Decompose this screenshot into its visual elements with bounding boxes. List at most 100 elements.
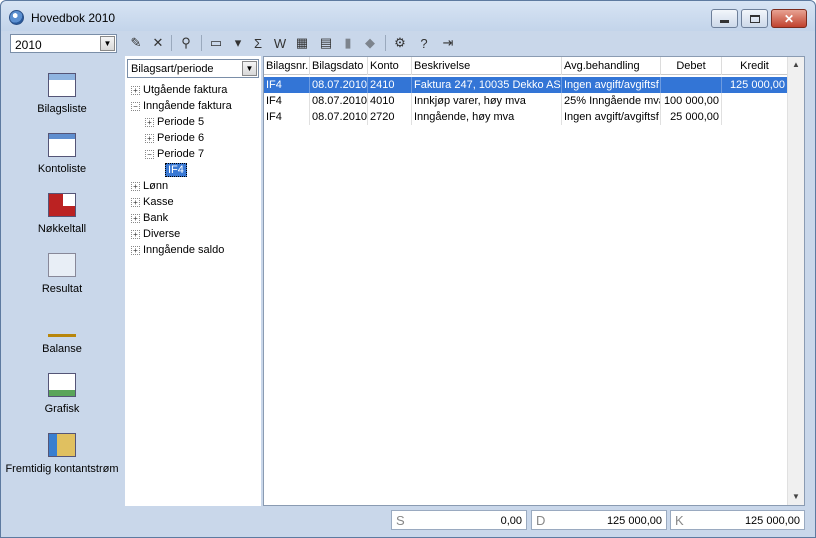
result-icon <box>48 253 76 277</box>
expand-icon[interactable]: + <box>145 117 154 127</box>
tree-node-label: Bank <box>143 212 169 224</box>
graph-icon <box>48 373 76 397</box>
tree-node[interactable]: + Periode 6 <box>145 130 204 146</box>
sidebar-item-nøkkeltall[interactable]: Nøkkeltall <box>5 193 119 236</box>
settings-icon[interactable]: ⚙ <box>391 34 409 52</box>
scroll-down-icon[interactable]: ▼ <box>788 489 804 505</box>
chevron-down-icon[interactable]: ▼ <box>242 61 257 76</box>
collapse-icon[interactable]: − <box>145 149 154 159</box>
table-cell: 08.07.2010 <box>312 93 368 109</box>
table-cell: 08.07.2010 <box>312 109 368 125</box>
expand-icon[interactable]: + <box>131 229 140 239</box>
table-cell: 25% Inngående mva <box>564 93 661 109</box>
table-cell: 2410 <box>368 77 412 93</box>
tree-node[interactable]: − Inngående faktura <box>131 98 232 114</box>
table-row[interactable]: IF4 08.07.2010 2720 Inngående, høy mva Ingen… <box>264 109 788 125</box>
sidebar-item-label: Nøkkeltall <box>37 223 87 235</box>
collapse-icon[interactable]: − <box>131 101 140 111</box>
window-title: Hovedbok 2010 <box>31 11 116 25</box>
tree-node[interactable]: + Diverse <box>131 226 180 242</box>
tree-node[interactable]: IF4 <box>165 162 187 178</box>
delete-icon[interactable]: ✕ <box>149 34 167 52</box>
year-select[interactable]: 2010 ▼ <box>10 34 117 53</box>
scroll-up-icon[interactable]: ▲ <box>788 57 804 73</box>
column-header[interactable]: Bilagsnr. <box>264 57 310 75</box>
card-icon[interactable]: ▤ <box>317 34 335 52</box>
year-select-value: 2010 <box>15 38 42 52</box>
table-row[interactable]: IF4 08.07.2010 2410 Faktura 247, 10035 Dekk… <box>264 77 788 93</box>
table-cell: IF4 <box>264 93 310 109</box>
expand-icon[interactable]: + <box>145 133 154 143</box>
total-s-label: S <box>396 513 405 528</box>
tree-grouping-select[interactable]: Bilagsart/periode ▼ <box>127 59 259 78</box>
sidebar-item-bilagsliste[interactable]: Bilagsliste <box>5 73 119 116</box>
sum-icon[interactable]: Σ <box>249 34 267 52</box>
expand-icon[interactable]: + <box>131 181 140 191</box>
column-header[interactable]: Konto <box>368 57 412 75</box>
column-header[interactable]: Bilagsdato <box>310 57 368 75</box>
expand-icon[interactable]: + <box>131 213 140 223</box>
sidebar-item-grafisk[interactable]: Grafisk <box>5 373 119 416</box>
sidebar-item-label: Grafisk <box>44 403 80 415</box>
table-cell: IF4 <box>264 109 310 125</box>
help-icon[interactable]: ? <box>415 34 433 52</box>
total-k-value: 125 000,00 <box>744 515 800 527</box>
sidebar-item-resultat[interactable]: Resultat <box>5 253 119 296</box>
tree-node-label: Inngående saldo <box>143 244 225 256</box>
grid-header: Bilagsnr. Bilagsdato Konto Beskrivelse Avg.b… <box>264 57 788 75</box>
total-s-field: S 0,00 <box>391 510 527 530</box>
table-cell: 2720 <box>368 109 412 125</box>
tree-node-label: IF4 <box>165 163 187 177</box>
vertical-scrollbar[interactable]: ▲ ▼ <box>787 57 804 505</box>
expand-icon[interactable]: + <box>131 197 140 207</box>
total-d-label: D <box>536 513 546 528</box>
table-row[interactable]: IF4 08.07.2010 4010 Innkjøp varer, høy mva 2… <box>264 93 788 109</box>
tree-node-label: Utgående faktura <box>143 84 228 96</box>
tree-node[interactable]: − Periode 7 <box>145 146 204 162</box>
content-area: Bilagsart/periode ▼ + Utgående faktura − In… <box>123 56 807 532</box>
table-cell: 4010 <box>368 93 412 109</box>
tree-node[interactable]: + Lønn <box>131 178 168 194</box>
word-export-icon[interactable]: W <box>271 34 289 52</box>
tree-node[interactable]: + Utgående faktura <box>131 82 227 98</box>
excel-export-icon[interactable]: ▦ <box>293 34 311 52</box>
total-k-label: K <box>675 513 684 528</box>
minimize-button[interactable] <box>711 9 738 28</box>
tree-panel: Bilagsart/periode ▼ + Utgående faktura − In… <box>125 56 261 506</box>
close-button[interactable]: ✕ <box>771 9 807 28</box>
chat-icon[interactable]: ◆ <box>361 34 379 52</box>
app-icon <box>9 10 24 25</box>
main-window: Hovedbok 2010 ✕ 2010 ▼ ✎ ✕ ⚲ ▭ ▾ Σ W ▦ ▤ ▮ ◆ ⚙? ⇥ Bi… <box>0 0 816 538</box>
page-icon[interactable]: ▮ <box>339 34 357 52</box>
sidebar-item-kontoliste[interactable]: Kontoliste <box>5 133 119 176</box>
maximize-button[interactable] <box>741 9 768 28</box>
tree-node-label: Periode 5 <box>157 116 205 128</box>
tree-node[interactable]: + Periode 5 <box>145 114 204 130</box>
expand-icon[interactable]: + <box>131 245 140 255</box>
table-cell <box>722 109 788 125</box>
column-header[interactable]: Debet <box>661 57 722 75</box>
sidebar-item-label: Kontoliste <box>37 163 87 175</box>
expand-icon[interactable]: + <box>131 85 140 95</box>
column-header[interactable]: Avg.behandling <box>562 57 661 75</box>
sidebar-item-balanse[interactable]: Balanse <box>5 313 119 356</box>
chevron-down-icon[interactable]: ▼ <box>100 36 115 51</box>
exit-icon[interactable]: ⇥ <box>439 34 457 52</box>
tree-node[interactable]: + Inngående saldo <box>131 242 224 258</box>
search-icon[interactable]: ⚲ <box>177 34 195 52</box>
cashflow-icon <box>48 433 76 457</box>
document-icon[interactable]: ▭ <box>207 34 225 52</box>
tree-node[interactable]: + Bank <box>131 210 168 226</box>
total-d-field: D 125 000,00 <box>531 510 667 530</box>
total-d-value: 125 000,00 <box>606 515 662 527</box>
column-header[interactable]: Beskrivelse <box>412 57 562 75</box>
edit-icon[interactable]: ✎ <box>127 34 145 52</box>
voucher-grid: Bilagsnr. Bilagsdato Konto Beskrivelse Avg.b… <box>263 56 805 506</box>
column-header[interactable]: Kredit <box>722 57 788 75</box>
tree-node[interactable]: + Kasse <box>131 194 174 210</box>
voucher-list-icon <box>48 73 76 97</box>
title-bar[interactable]: Hovedbok 2010 ✕ <box>1 1 815 31</box>
sidebar-item-fremtidig-kontantstrøm[interactable]: Fremtidig kontantstrøm <box>5 433 119 476</box>
dropdown-arrow-icon[interactable]: ▾ <box>229 34 247 52</box>
tree-node-label: Periode 6 <box>157 132 205 144</box>
